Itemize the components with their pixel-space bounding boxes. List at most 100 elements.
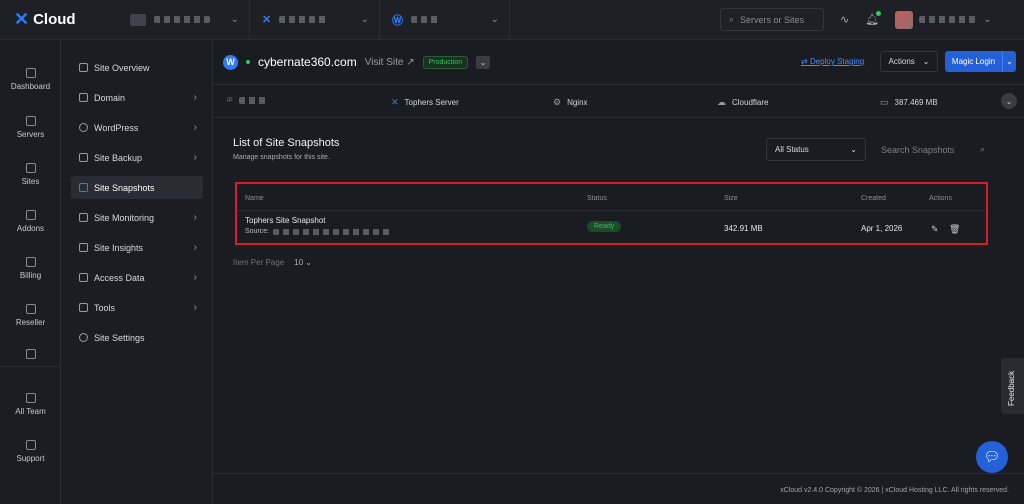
rail-settings-partial[interactable] bbox=[0, 349, 61, 363]
chevron-down-icon: ⌄ bbox=[305, 258, 312, 267]
server-name-redacted bbox=[279, 16, 330, 23]
snapshot-icon bbox=[79, 183, 88, 192]
sidebar-item-site-backup[interactable]: Site Backup › bbox=[71, 146, 203, 169]
site-name-redacted bbox=[411, 16, 441, 23]
snapshot-name: Tophers Site Snapshot bbox=[245, 216, 326, 225]
deploy-icon: ⇄ bbox=[801, 57, 810, 66]
server-info[interactable]: ✕ Tophers Server bbox=[391, 97, 459, 108]
backup-icon bbox=[79, 153, 88, 162]
sidebar-item-site-settings[interactable]: Site Settings bbox=[71, 326, 203, 349]
support-icon bbox=[25, 440, 36, 450]
xcloud-logo[interactable]: ✕ Cloud bbox=[0, 9, 118, 30]
magic-login-button[interactable]: Magic Login ⌄ bbox=[945, 51, 1016, 72]
disk-icon: ▭ bbox=[880, 97, 889, 107]
page-title: List of Site Snapshots bbox=[233, 137, 340, 149]
deploy-staging-link[interactable]: ⇄ Deploy Staging bbox=[801, 57, 864, 66]
rail-servers[interactable]: Servers bbox=[0, 116, 61, 139]
environment-dropdown-button[interactable]: ⌄ bbox=[476, 55, 491, 69]
gear-icon: ⚙ bbox=[553, 97, 562, 107]
ip-redacted bbox=[238, 97, 269, 104]
column-header-size: Size bbox=[724, 195, 738, 202]
actions-button[interactable]: Actions ⌄ bbox=[880, 51, 938, 72]
rail-all-team[interactable]: All Team bbox=[0, 393, 61, 416]
logo-text: Cloud bbox=[33, 11, 76, 28]
feedback-tab[interactable]: Feedback bbox=[1001, 358, 1024, 414]
rail-support[interactable]: Support bbox=[0, 440, 61, 463]
rail-reseller[interactable]: Reseller bbox=[0, 304, 61, 327]
rail-sites[interactable]: Sites bbox=[0, 163, 61, 186]
dashboard-icon bbox=[25, 68, 36, 78]
wordpress-icon: W bbox=[223, 54, 238, 70]
footer: xCloud v2.4.0 Copyright © 2026 | xCloud … bbox=[213, 473, 1024, 504]
environment-badge: Production bbox=[422, 55, 469, 69]
snapshot-size: 342.91 MB bbox=[724, 224, 763, 233]
column-header-created: Created bbox=[861, 195, 886, 202]
billing-icon bbox=[25, 257, 36, 267]
site-name: cybernate360.com bbox=[258, 55, 357, 69]
user-menu[interactable]: ⌄ bbox=[895, 10, 992, 29]
chevron-down-icon: ⌄ bbox=[360, 14, 369, 25]
team-avatar bbox=[130, 13, 146, 26]
main-content: W cybernate360.com Visit Site ↗ Producti… bbox=[213, 40, 1024, 504]
trash-icon[interactable]: 🗑︎ bbox=[949, 224, 960, 235]
rail-dashboard[interactable]: Dashboard bbox=[0, 68, 61, 91]
column-header-actions: Actions bbox=[929, 195, 952, 202]
expand-info-button[interactable]: ⌄ bbox=[1001, 93, 1017, 109]
ip-info: IP bbox=[227, 97, 269, 104]
chevron-down-icon: ⌄ bbox=[230, 14, 239, 25]
monitoring-icon bbox=[79, 213, 88, 222]
snapshot-created: Apr 1, 2026 bbox=[861, 224, 903, 233]
chevron-right-icon: › bbox=[193, 212, 197, 223]
avatar bbox=[895, 10, 914, 29]
settings-icon bbox=[25, 349, 36, 359]
column-header-status: Status bbox=[587, 195, 607, 202]
team-name-redacted bbox=[154, 16, 210, 23]
sidebar-item-site-overview[interactable]: Site Overview bbox=[71, 56, 203, 79]
edit-icon[interactable]: ✎ bbox=[931, 224, 939, 235]
global-search-input[interactable]: ⌕ Servers or Sites bbox=[720, 8, 824, 31]
page-subtitle: Manage snapshots for this site. bbox=[233, 154, 330, 161]
rail-addons[interactable]: Addons bbox=[0, 210, 61, 233]
sidebar-item-site-monitoring[interactable]: Site Monitoring › bbox=[71, 206, 203, 229]
status-filter-select[interactable]: All Status ⌄ bbox=[766, 138, 866, 161]
sidebar-item-domain[interactable]: Domain › bbox=[71, 86, 203, 109]
chat-icon: 💬︎ bbox=[983, 449, 1001, 464]
column-header-name: Name bbox=[245, 195, 264, 202]
rail-billing[interactable]: Billing bbox=[0, 257, 61, 280]
x-logo-icon: ✕ bbox=[14, 9, 30, 29]
breadcrumb-server[interactable]: ✕ ⌄ bbox=[250, 0, 380, 40]
breadcrumb-team[interactable]: ⌄ bbox=[118, 0, 250, 40]
bell-icon[interactable]: 🔔︎ bbox=[865, 11, 882, 26]
chevron-right-icon: › bbox=[193, 152, 197, 163]
cloud-icon: ☁ bbox=[717, 97, 726, 107]
team-icon bbox=[25, 393, 36, 403]
rail-divider bbox=[0, 366, 61, 367]
webserver-info: ⚙ Nginx bbox=[553, 97, 588, 107]
notification-dot bbox=[876, 11, 882, 16]
chevron-down-icon: ⌄ bbox=[850, 145, 857, 154]
disk-info: ▭ 387.469 MB bbox=[880, 97, 938, 107]
activity-icon[interactable]: ∿ bbox=[840, 13, 849, 26]
sidebar-item-wordpress[interactable]: WordPress › bbox=[71, 116, 203, 139]
chevron-down-icon: ⌄ bbox=[922, 57, 930, 66]
chevron-right-icon: › bbox=[193, 272, 197, 283]
chevron-down-icon[interactable]: ⌄ bbox=[1002, 51, 1016, 72]
site-status-dot bbox=[246, 60, 250, 64]
server-icon: ✕ bbox=[262, 14, 272, 26]
sidebar-item-site-insights[interactable]: Site Insights › bbox=[71, 236, 203, 259]
sidebar-item-site-snapshots[interactable]: Site Snapshots bbox=[71, 176, 203, 199]
sidebar-item-tools[interactable]: Tools › bbox=[71, 296, 203, 319]
addons-icon bbox=[25, 210, 36, 220]
visit-site-link[interactable]: Visit Site ↗ bbox=[365, 57, 415, 68]
chevron-right-icon: › bbox=[193, 302, 197, 313]
snapshot-search-input[interactable]: Search Snapshots ⌕ bbox=[873, 138, 993, 161]
chevron-down-icon: ⌄ bbox=[490, 14, 499, 25]
breadcrumb-site[interactable]: Ⓦ ⌄ bbox=[380, 0, 510, 40]
chat-button[interactable]: 💬︎ bbox=[976, 441, 1008, 473]
sidebar-item-access-data[interactable]: Access Data › bbox=[71, 266, 203, 289]
gear-icon bbox=[79, 333, 88, 342]
chevron-right-icon: › bbox=[193, 92, 197, 103]
sites-icon bbox=[25, 163, 36, 173]
per-page-select[interactable]: 10 ⌄ bbox=[294, 258, 312, 267]
user-name-redacted bbox=[919, 16, 978, 23]
